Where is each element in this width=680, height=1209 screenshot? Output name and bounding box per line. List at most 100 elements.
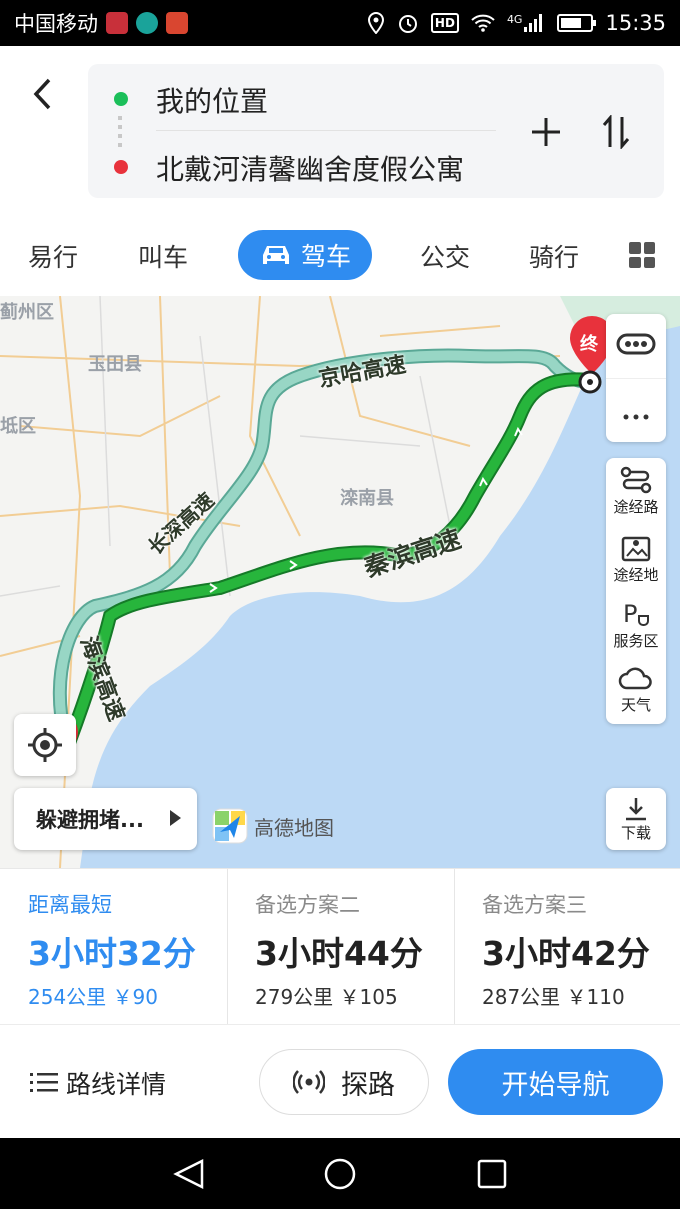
route-connector xyxy=(118,116,122,152)
weather-button[interactable]: 天气 xyxy=(606,666,666,715)
play-arrow-icon xyxy=(170,810,181,826)
route-option-meta: 279公里 ￥105 xyxy=(255,981,398,1010)
add-waypoint-button[interactable] xyxy=(526,112,566,152)
route-tools-panel: 途经路 途经地 P 服务区 天气 xyxy=(606,458,666,724)
transport-tabs: 易行 叫车 驾车 公交 骑行 xyxy=(0,216,680,296)
download-button[interactable]: 下载 xyxy=(606,788,666,850)
download-label: 下载 xyxy=(620,823,651,842)
amap-logo-icon xyxy=(212,808,248,844)
alarm-icon xyxy=(397,12,419,34)
route-option-time: 3小时44分 xyxy=(255,934,423,973)
route-option-1[interactable]: 距离最短 3小时32分 254公里 ￥90 xyxy=(0,869,227,1025)
route-option-2[interactable]: 备选方案二 3小时44分 279公里 ￥105 xyxy=(227,869,454,1025)
tab-driving[interactable]: 驾车 xyxy=(238,230,372,280)
explore-route-label: 探路 xyxy=(341,1069,395,1101)
avoid-congestion-button[interactable]: 躲避拥堵... xyxy=(14,788,197,850)
nav-recent-button[interactable] xyxy=(476,1158,508,1194)
destination-dot xyxy=(114,160,128,174)
route-input-box: 我的位置 北戴河清馨幽舍度假公寓 xyxy=(88,64,664,198)
route-details-label: 路线详情 xyxy=(66,1070,167,1099)
waypoint-place-label: 途经地 xyxy=(613,566,659,584)
service-area-label: 服务区 xyxy=(613,632,659,650)
route-divider xyxy=(156,130,496,131)
battery-icon xyxy=(557,14,597,32)
origin-field[interactable]: 我的位置 xyxy=(156,80,268,120)
tab-taxi[interactable]: 叫车 xyxy=(138,238,188,274)
explore-route-button[interactable]: 探路 xyxy=(259,1049,429,1115)
map-pin-icon xyxy=(621,536,651,562)
more-modes-icon[interactable] xyxy=(629,242,655,268)
route-option-name: 距离最短 xyxy=(28,893,112,917)
browser-app-icon xyxy=(136,12,158,34)
nav-back-button[interactable] xyxy=(172,1158,206,1194)
route-option-time: 3小时42分 xyxy=(482,934,650,973)
plus-icon xyxy=(532,118,560,146)
crosshair-icon xyxy=(28,728,62,762)
route-options: 距离最短 3小时32分 254公里 ￥90 备选方案二 3小时44分 279公里… xyxy=(0,868,680,1025)
waypoint-road-button[interactable]: 途经路 xyxy=(606,466,666,517)
route-details-button[interactable]: 路线详情 xyxy=(30,1065,166,1101)
more-options-button[interactable] xyxy=(622,406,650,425)
traffic-icon xyxy=(616,333,656,355)
map-label-di: 坻区 xyxy=(0,416,36,437)
weather-label: 天气 xyxy=(620,696,651,714)
origin-dot xyxy=(114,92,128,106)
cloud-icon xyxy=(618,667,652,690)
app-root: 中国移动 HD 4G 15:35 我的位置 北戴河清馨幽舍度假公寓 易行 叫车 … xyxy=(0,0,680,1209)
service-area-button[interactable]: P 服务区 xyxy=(606,600,666,651)
nav-home-button[interactable] xyxy=(323,1158,357,1194)
system-navigation-bar xyxy=(0,1138,680,1209)
destination-field[interactable]: 北戴河清馨幽舍度假公寓 xyxy=(156,148,464,188)
map-tools-panel xyxy=(606,314,666,442)
chevron-left-icon xyxy=(33,78,51,110)
avoid-congestion-label: 躲避拥堵... xyxy=(36,808,144,832)
tab-driving-label: 驾车 xyxy=(300,242,351,271)
map-label-luannan: 滦南县 xyxy=(340,488,394,509)
swap-route-button[interactable] xyxy=(596,112,636,152)
route-option-distance: 287公里 xyxy=(482,985,561,1009)
wifi-icon xyxy=(471,14,495,32)
route-option-cost: ￥110 xyxy=(566,985,625,1009)
book-app-icon xyxy=(106,12,128,34)
route-option-cost: ￥90 xyxy=(112,985,158,1009)
route-path-icon xyxy=(620,466,652,494)
carrier-label: 中国移动 xyxy=(14,12,98,36)
route-map[interactable]: 蓟州区 玉田县 坻区 滦南县 京哈高速 长深高速 秦滨高速 海滨高速 终 途经路 xyxy=(0,296,680,868)
broadcast-icon xyxy=(293,1070,325,1094)
route-option-meta: 254公里 ￥90 xyxy=(28,981,158,1010)
tab-cycling[interactable]: 骑行 xyxy=(529,238,579,274)
amap-logo: 高德地图 xyxy=(212,808,334,844)
route-header: 我的位置 北戴河清馨幽舍度假公寓 xyxy=(0,46,680,216)
route-option-3[interactable]: 备选方案三 3小时42分 287公里 ￥110 xyxy=(454,869,680,1025)
locate-me-button[interactable] xyxy=(14,714,76,776)
more-icon xyxy=(623,414,649,420)
download-icon xyxy=(626,797,646,820)
route-option-name: 备选方案二 xyxy=(255,893,360,917)
route-option-cost: ￥105 xyxy=(339,985,398,1009)
start-navigation-button[interactable]: 开始导航 xyxy=(448,1049,663,1115)
car-icon xyxy=(262,246,289,264)
map-label-yutian: 玉田县 xyxy=(88,354,142,375)
route-option-name: 备选方案三 xyxy=(482,893,587,917)
news-app-icon xyxy=(166,12,188,34)
route-option-time: 3小时32分 xyxy=(28,934,196,973)
parking-coffee-icon: P xyxy=(623,600,649,628)
svg-text:P: P xyxy=(623,600,637,628)
tab-transit[interactable]: 公交 xyxy=(420,238,470,274)
route-option-distance: 279公里 xyxy=(255,985,334,1009)
location-icon xyxy=(367,12,385,34)
back-button[interactable] xyxy=(22,74,62,114)
swap-icon xyxy=(602,115,630,149)
traffic-toggle[interactable] xyxy=(616,332,656,360)
tab-yixing[interactable]: 易行 xyxy=(28,238,78,274)
waypoint-place-button[interactable]: 途经地 xyxy=(606,534,666,585)
amap-logo-text: 高德地图 xyxy=(254,815,334,840)
network-type: 4G xyxy=(506,13,523,26)
waypoint-road-label: 途经路 xyxy=(613,498,659,516)
bottom-actions: 路线详情 探路 开始导航 xyxy=(0,1024,680,1138)
circle-home-icon xyxy=(324,1158,356,1190)
signal-icon: 4G xyxy=(507,13,546,33)
map-label-jizhou: 蓟州区 xyxy=(0,302,54,323)
triangle-back-icon xyxy=(173,1158,204,1190)
list-icon xyxy=(30,1073,58,1092)
